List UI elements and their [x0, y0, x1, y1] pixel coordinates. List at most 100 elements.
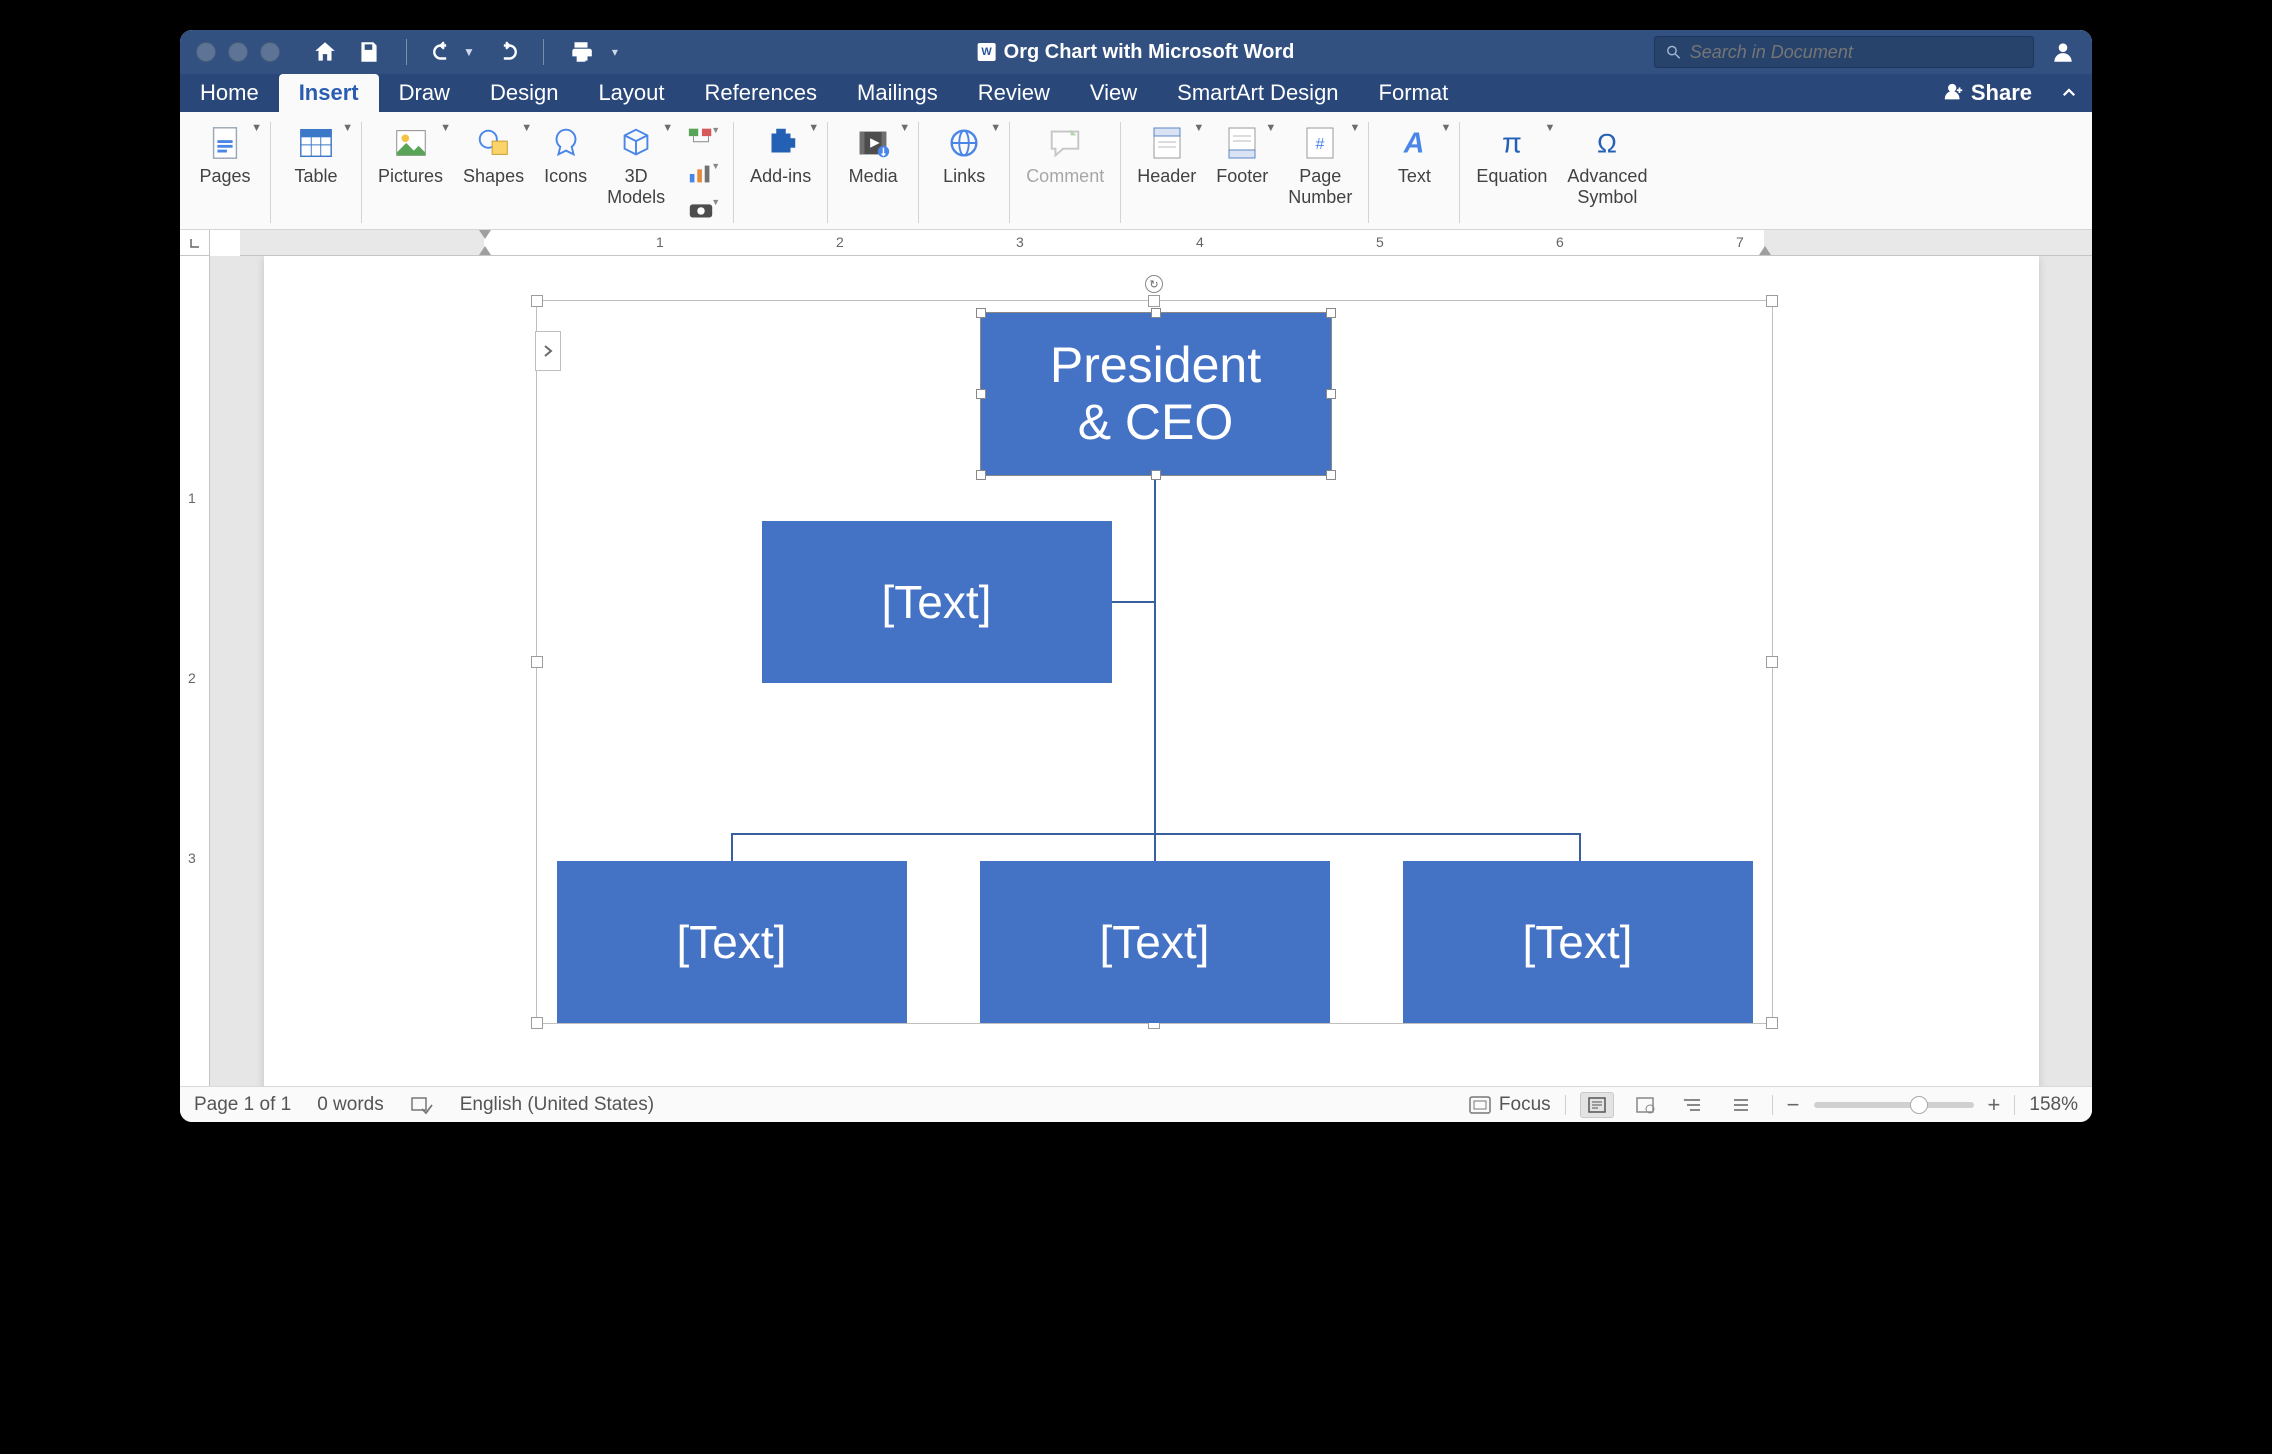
tab-mailings[interactable]: Mailings — [837, 74, 958, 112]
links-button[interactable]: ▼ Links — [925, 116, 1003, 229]
resize-handle-nw[interactable] — [531, 295, 543, 307]
shape-handle[interactable] — [1326, 389, 1336, 399]
advanced-symbol-button[interactable]: Ω Advanced Symbol — [1557, 116, 1657, 211]
shape-handle[interactable] — [976, 389, 986, 399]
tab-layout[interactable]: Layout — [578, 74, 684, 112]
dropdown-icon: ▼ — [342, 122, 353, 134]
spellcheck-icon[interactable] — [410, 1095, 434, 1115]
shape-handle[interactable] — [1326, 470, 1336, 480]
equation-icon: π — [1491, 122, 1533, 164]
table-button[interactable]: ▼ Table — [277, 116, 355, 229]
links-icon — [943, 122, 985, 164]
org-node-child-3[interactable]: [Text] — [1403, 861, 1753, 1023]
tab-design[interactable]: Design — [470, 74, 578, 112]
smartart-frame[interactable]: ↻ — [536, 300, 1773, 1024]
zoom-out-button[interactable]: − — [1787, 1092, 1800, 1118]
smartart-button[interactable]: ▼ — [681, 122, 721, 154]
resize-handle-e[interactable] — [1766, 656, 1778, 668]
page[interactable]: ↻ — [264, 256, 2039, 1086]
word-count[interactable]: 0 words — [317, 1094, 384, 1116]
equation-button[interactable]: ▼ π Equation — [1466, 116, 1557, 191]
resize-handle-se[interactable] — [1766, 1017, 1778, 1029]
search-input[interactable] — [1690, 42, 2023, 63]
comment-button[interactable]: Comment — [1016, 116, 1114, 229]
shapes-label: Shapes — [463, 166, 524, 187]
horizontal-ruler[interactable]: 1 2 3 4 5 6 7 — [240, 230, 2092, 256]
rotate-handle[interactable]: ↻ — [1145, 275, 1163, 293]
text-pane-toggle[interactable] — [535, 331, 561, 371]
search-box[interactable] — [1654, 36, 2034, 68]
undo-icon[interactable] — [431, 39, 457, 65]
collapse-ribbon-button[interactable] — [2046, 74, 2092, 112]
outline-view-button[interactable] — [1676, 1092, 1710, 1118]
undo-dropdown-icon[interactable]: ▼ — [463, 45, 475, 59]
resize-handle-n[interactable] — [1148, 295, 1160, 307]
document-scroll[interactable]: ↻ — [210, 256, 2092, 1086]
tab-smartart-design[interactable]: SmartArt Design — [1157, 74, 1358, 112]
header-button[interactable]: ▼ Header — [1127, 116, 1206, 191]
shape-handle[interactable] — [1326, 308, 1336, 318]
tab-insert[interactable]: Insert — [279, 74, 379, 112]
text-button[interactable]: ▼ A Text — [1375, 116, 1453, 229]
icons-button[interactable]: Icons — [534, 116, 597, 191]
save-icon[interactable] — [356, 39, 382, 65]
status-bar: Page 1 of 1 0 words English (United Stat… — [180, 1086, 2092, 1122]
zoom-window-button[interactable] — [260, 42, 280, 62]
hanging-indent-marker[interactable] — [479, 246, 491, 255]
tab-references[interactable]: References — [685, 74, 838, 112]
tab-home[interactable]: Home — [180, 74, 279, 112]
org-node-child-1[interactable]: [Text] — [557, 861, 907, 1023]
resize-handle-w[interactable] — [531, 656, 543, 668]
right-indent-marker[interactable] — [1759, 246, 1771, 255]
profile-icon[interactable] — [2050, 39, 2076, 65]
zoom-in-button[interactable]: + — [1988, 1092, 2001, 1118]
shape-handle[interactable] — [976, 470, 986, 480]
app-window: ▼ ▾ W Org Chart with Microsoft Word Home… — [180, 30, 2092, 1122]
3d-models-button[interactable]: ▼ 3D Models — [597, 116, 675, 211]
zoom-slider-knob[interactable] — [1910, 1096, 1928, 1114]
draft-view-button[interactable] — [1724, 1092, 1758, 1118]
tab-draw[interactable]: Draw — [379, 74, 470, 112]
shape-handle[interactable] — [1151, 470, 1161, 480]
tab-view[interactable]: View — [1070, 74, 1157, 112]
redo-icon[interactable] — [493, 39, 519, 65]
shape-handle[interactable] — [1151, 308, 1161, 318]
zoom-slider[interactable] — [1814, 1102, 1974, 1108]
first-line-indent-marker[interactable] — [479, 230, 491, 239]
shape-handle[interactable] — [976, 308, 986, 318]
pictures-button[interactable]: ▼ Pictures — [368, 116, 453, 191]
print-icon[interactable] — [568, 39, 594, 65]
focus-mode-button[interactable]: Focus — [1469, 1094, 1551, 1116]
close-window-button[interactable] — [196, 42, 216, 62]
resize-handle-sw[interactable] — [531, 1017, 543, 1029]
shapes-button[interactable]: ▼ Shapes — [453, 116, 534, 191]
footer-button[interactable]: ▼ Footer — [1206, 116, 1278, 191]
print-layout-view-button[interactable] — [1580, 1092, 1614, 1118]
header-label: Header — [1137, 166, 1196, 187]
home-icon[interactable] — [312, 39, 338, 65]
web-layout-view-button[interactable] — [1628, 1092, 1662, 1118]
comment-label: Comment — [1026, 166, 1104, 187]
org-node-assistant[interactable]: [Text] — [762, 521, 1112, 683]
tab-review[interactable]: Review — [958, 74, 1070, 112]
tab-format[interactable]: Format — [1359, 74, 1469, 112]
page-number-button[interactable]: ▼ # Page Number — [1278, 116, 1362, 211]
pages-button[interactable]: ▼ Pages — [186, 116, 264, 229]
links-label: Links — [943, 166, 985, 187]
minimize-window-button[interactable] — [228, 42, 248, 62]
vertical-ruler[interactable]: 1 2 3 — [180, 256, 210, 1086]
media-button[interactable]: ▼ Media — [834, 116, 912, 229]
chart-button[interactable]: ▼ — [681, 158, 721, 190]
addins-button[interactable]: ▼ Add-ins — [740, 116, 821, 229]
org-node-root[interactable]: President & CEO — [981, 313, 1331, 475]
zoom-level[interactable]: 158% — [2029, 1094, 2078, 1116]
share-button[interactable]: Share — [1929, 74, 2046, 112]
omega-icon: Ω — [1586, 122, 1628, 164]
org-node-child-2[interactable]: [Text] — [980, 861, 1330, 1023]
tab-selector[interactable] — [180, 230, 210, 256]
qat-customize-icon[interactable]: ▾ — [612, 45, 618, 59]
resize-handle-ne[interactable] — [1766, 295, 1778, 307]
language-indicator[interactable]: English (United States) — [460, 1094, 654, 1116]
screenshot-button[interactable]: ▼ — [681, 194, 721, 226]
page-indicator[interactable]: Page 1 of 1 — [194, 1094, 291, 1116]
